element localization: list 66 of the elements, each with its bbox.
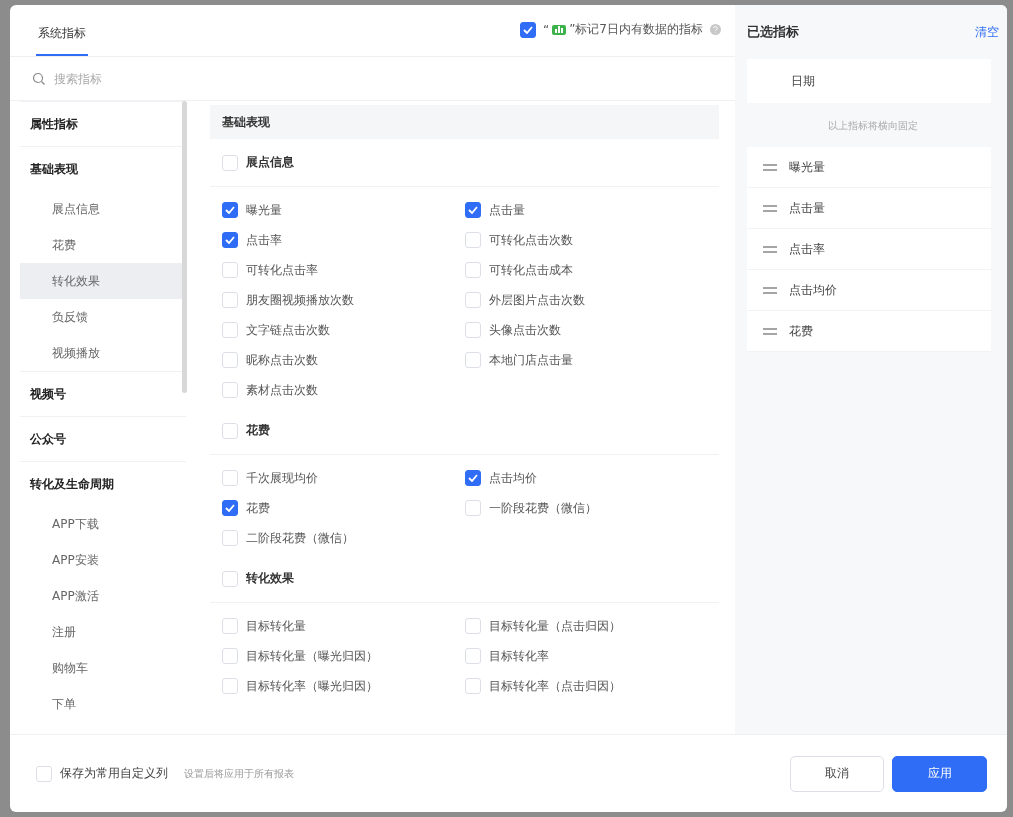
metric-label: 朋友圈视频播放次数 [246, 291, 354, 309]
metric-label: 目标转化率（曝光归因） [246, 677, 378, 695]
section-title: 基础表现 [210, 105, 719, 139]
metric-label: 曝光量 [246, 201, 282, 219]
scrollbar[interactable] [182, 101, 187, 393]
metric-label: 目标转化量（曝光归因） [246, 647, 378, 665]
metric-label: 头像点击次数 [489, 321, 561, 339]
save-label: 保存为常用自定义列 [60, 765, 168, 782]
selected-metric: 花费 [789, 322, 813, 340]
checkbox[interactable] [222, 232, 238, 248]
search-field[interactable]: 搜索指标 [10, 57, 735, 101]
metric-label: 点击均价 [489, 469, 537, 487]
metric-label: 本地门店点击量 [489, 351, 573, 369]
drag-handle-icon[interactable] [763, 245, 777, 253]
metric-label: 花费 [246, 499, 270, 517]
checkbox[interactable] [465, 470, 481, 486]
panel-title: 已选指标 [747, 23, 799, 41]
search-icon [32, 71, 46, 86]
check-icon [225, 206, 235, 214]
mark-label: ”标记7日内有数据的指标 [569, 21, 703, 38]
metric-label: 可转化点击次数 [489, 231, 573, 249]
check-icon [225, 504, 235, 512]
tab[interactable]: 系统指标 [36, 25, 88, 56]
metric-label: 一阶段花费（微信） [489, 499, 597, 517]
metric-label: 目标转化率 [489, 647, 549, 665]
metric-label: 二阶段花费（微信） [246, 529, 354, 547]
checkbox[interactable] [222, 500, 238, 516]
selected-metric: 曝光量 [789, 158, 825, 176]
group-label: 花费 [246, 422, 270, 439]
metric-label: 素材点击次数 [246, 381, 318, 399]
metric-label: 可转化点击率 [246, 261, 318, 279]
drag-handle-icon[interactable] [763, 286, 777, 294]
selected-metric: 点击率 [789, 240, 825, 258]
drag-handle-icon[interactable] [763, 163, 777, 171]
category-heading[interactable]: 公众号 [20, 416, 186, 461]
metric-label: 目标转化量 [246, 617, 306, 635]
hint-text: 设置后将应用于所有报表 [184, 766, 295, 781]
apply-button[interactable]: 应用 [892, 755, 987, 792]
quote-text: “ [542, 22, 550, 37]
metric-label: 点击率 [246, 231, 282, 249]
cancel-button[interactable]: 取消 [790, 755, 884, 792]
metric-label: 目标转化量（点击归因） [489, 617, 621, 635]
selected-metric: 点击量 [789, 199, 825, 217]
metric-label: 目标转化率（点击归因） [489, 677, 621, 695]
checkbox[interactable] [519, 21, 536, 38]
checkbox[interactable] [465, 202, 481, 218]
metric-label: 点击量 [489, 201, 525, 219]
metric-label: 外层图片点击次数 [489, 291, 585, 309]
help-icon[interactable] [710, 24, 721, 35]
clear-link[interactable]: 清空 [975, 23, 999, 41]
check-icon [522, 25, 533, 34]
drag-handle-icon[interactable] [763, 327, 777, 335]
group-label: 转化效果 [246, 570, 294, 587]
metric-label: 可转化点击成本 [489, 261, 573, 279]
group-label: 展点信息 [246, 154, 294, 171]
checkbox[interactable] [222, 202, 238, 218]
metric-label: 昵称点击次数 [246, 351, 318, 369]
metric-label: 千次展现均价 [246, 469, 318, 487]
check-icon [468, 474, 478, 482]
check-icon [225, 236, 235, 244]
selected-metric: 点击均价 [789, 281, 837, 299]
drag-handle-icon[interactable] [763, 204, 777, 212]
metric-label: 文字链点击次数 [246, 321, 330, 339]
check-icon [468, 206, 478, 214]
fixed-metric: 日期 [747, 59, 991, 103]
bar-chart-icon [552, 24, 567, 35]
